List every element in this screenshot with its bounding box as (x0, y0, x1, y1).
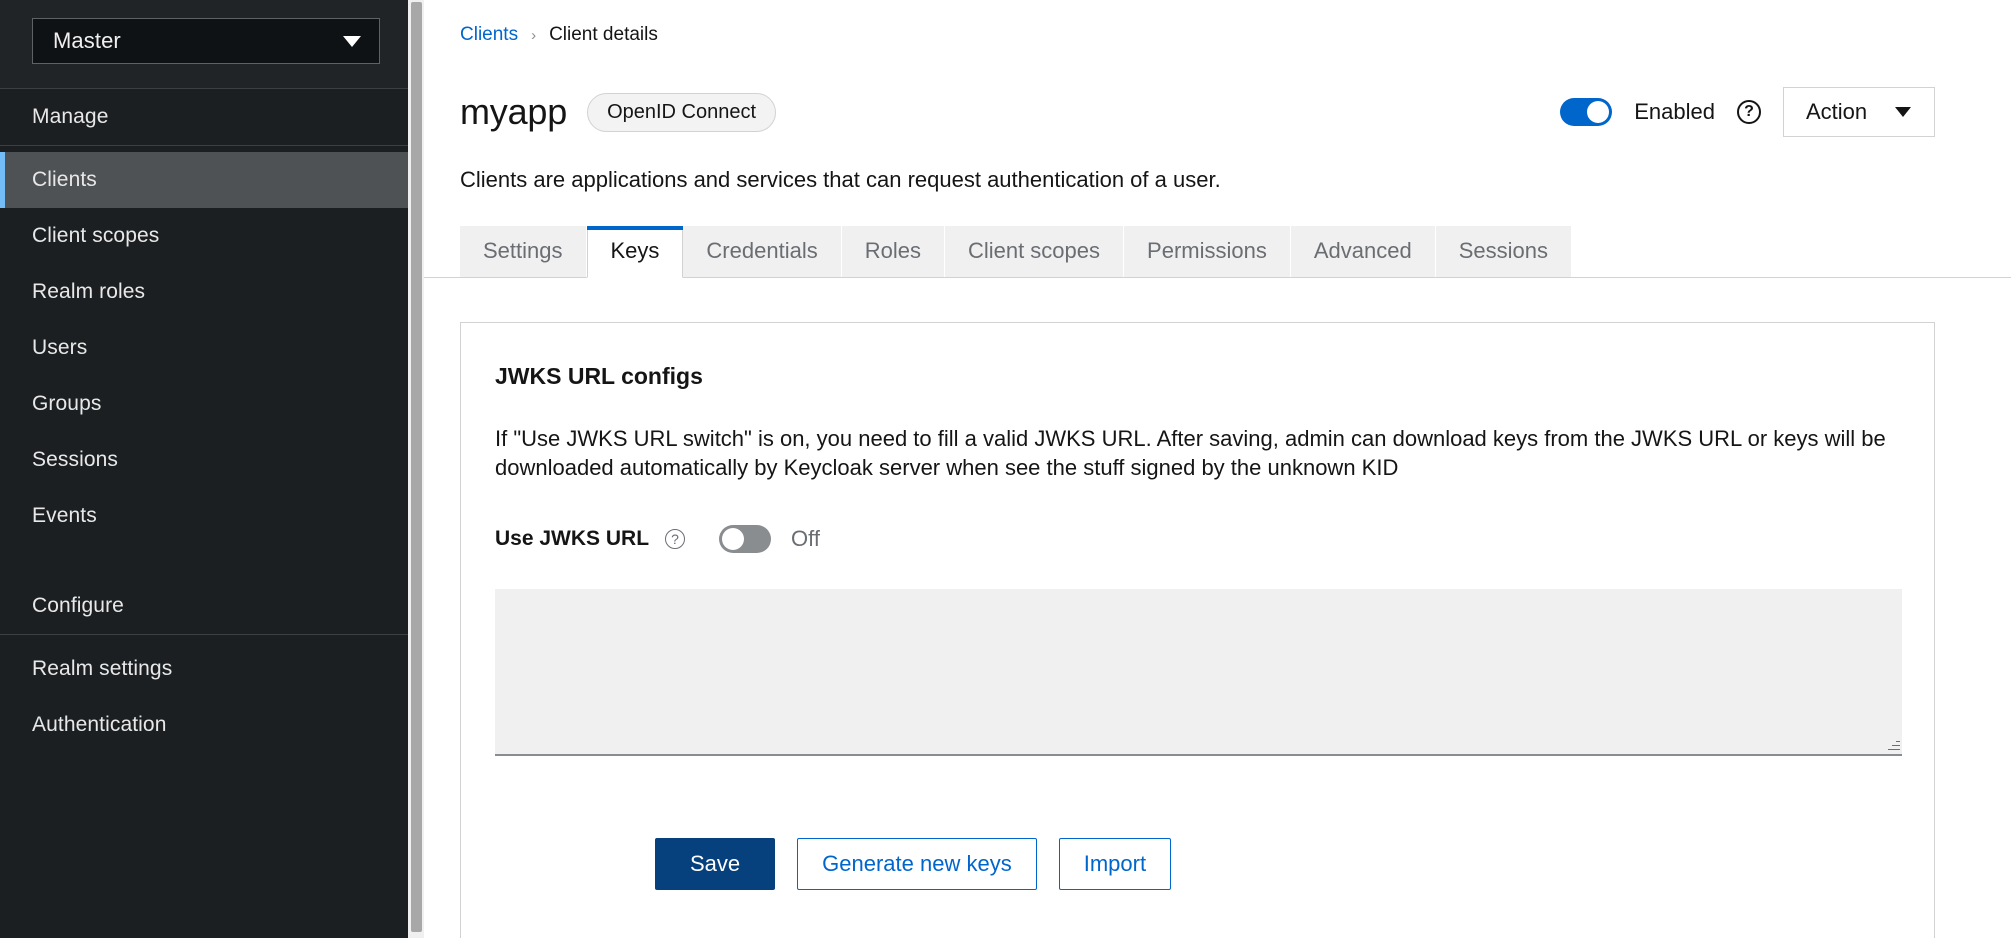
title-row: myapp OpenID Connect Enabled ? Action (460, 70, 1935, 154)
sidebar-item-sessions[interactable]: Sessions (0, 432, 424, 488)
protocol-badge: OpenID Connect (587, 93, 776, 132)
page-header: Clients › Client details myapp OpenID Co… (424, 0, 2011, 194)
sidebar-item-label: Groups (32, 392, 101, 416)
use-jwks-url-toggle-knob (722, 528, 744, 550)
action-button-label: Action (1806, 99, 1867, 125)
sidebar-item-realm-roles[interactable]: Realm roles (0, 264, 424, 320)
tab-credentials[interactable]: Credentials (683, 226, 841, 277)
generate-new-keys-button-label: Generate new keys (822, 851, 1012, 876)
tab-bar: Settings Keys Credentials Roles Client s… (424, 226, 2011, 278)
import-button[interactable]: Import (1059, 838, 1171, 890)
tab-permissions[interactable]: Permissions (1124, 226, 1291, 277)
use-jwks-url-control: Off (719, 525, 820, 553)
sidebar-item-users[interactable]: Users (0, 320, 424, 376)
realm-selector[interactable]: Master (32, 18, 380, 64)
sidebar-nav-manage: Manage (0, 89, 424, 145)
question-circle-icon[interactable]: ? (665, 529, 685, 549)
sidebar-nav-configure: Configure (0, 578, 424, 634)
use-jwks-url-label: Use JWKS URL (495, 527, 649, 551)
generate-new-keys-button[interactable]: Generate new keys (797, 838, 1037, 890)
enabled-toggle-label: Enabled (1634, 99, 1715, 125)
use-jwks-url-row: Use JWKS URL ? Off (495, 525, 1902, 553)
sidebar-scrollbar[interactable] (408, 0, 424, 938)
sidebar-scrollbar-thumb[interactable] (411, 2, 422, 932)
tab-settings[interactable]: Settings (460, 226, 587, 277)
tab-advanced[interactable]: Advanced (1291, 226, 1436, 277)
tab-label: Advanced (1314, 238, 1412, 264)
breadcrumb: Clients › Client details (460, 22, 1935, 48)
chevron-down-icon (343, 36, 361, 47)
tab-label: Client scopes (968, 238, 1100, 264)
page-subtitle: Clients are applications and services th… (460, 167, 1935, 193)
save-button[interactable]: Save (655, 838, 775, 890)
chevron-right-icon: › (531, 28, 536, 43)
sidebar-item-label: Sessions (32, 448, 118, 472)
sidebar-section-label-configure: Configure (32, 594, 124, 618)
tab-keys[interactable]: Keys (587, 226, 684, 278)
sidebar-item-label: Events (32, 504, 97, 528)
card-button-row: Save Generate new keys Import (495, 838, 1902, 890)
sidebar-item-label: Realm settings (32, 657, 172, 681)
sidebar-item-label: Authentication (32, 713, 167, 737)
sidebar-manage-items: Clients Client scopes Realm roles Users … (0, 152, 424, 544)
breadcrumb-current: Client details (549, 24, 658, 46)
sidebar-item-realm-settings[interactable]: Realm settings (0, 641, 424, 697)
header-actions: Enabled ? Action (1560, 87, 1935, 137)
sidebar-item-label: Realm roles (32, 280, 145, 304)
sidebar-item-clients[interactable]: Clients (0, 152, 424, 208)
save-button-label: Save (690, 851, 740, 876)
sidebar-item-client-scopes[interactable]: Client scopes (0, 208, 424, 264)
sidebar-item-label: Client scopes (32, 224, 159, 248)
card-title: JWKS URL configs (495, 363, 1902, 390)
sidebar-section-label-manage: Manage (32, 105, 109, 129)
realm-selector-value: Master (53, 28, 121, 54)
sidebar-item-groups[interactable]: Groups (0, 376, 424, 432)
tab-label: Keys (611, 238, 660, 264)
sidebar-section-manage: Manage (0, 89, 424, 145)
action-button[interactable]: Action (1783, 87, 1935, 137)
jwks-textarea-wrap (495, 589, 1902, 756)
tab-label: Settings (483, 238, 563, 264)
use-jwks-url-label-group: Use JWKS URL ? (495, 527, 695, 551)
sidebar-configure-items: Realm settings Authentication (0, 641, 424, 753)
sidebar-item-label: Users (32, 336, 87, 360)
sidebar-item-authentication[interactable]: Authentication (0, 697, 424, 753)
app-root: Master Manage Clients Client scopes Real… (0, 0, 2011, 938)
sidebar-item-label: Clients (32, 168, 97, 192)
use-jwks-url-toggle[interactable] (719, 525, 771, 553)
tab-label: Credentials (706, 238, 817, 264)
import-button-label: Import (1084, 851, 1146, 876)
question-circle-icon[interactable]: ? (1737, 100, 1761, 124)
tab-sessions[interactable]: Sessions (1436, 226, 1572, 277)
main-content: Clients › Client details myapp OpenID Co… (424, 0, 2011, 938)
sidebar-group-gap (0, 544, 424, 578)
realm-selector-container: Master (0, 0, 424, 88)
sidebar: Master Manage Clients Client scopes Real… (0, 0, 424, 938)
tab-label: Permissions (1147, 238, 1267, 264)
card-description: If "Use JWKS URL switch" is on, you need… (495, 424, 1890, 483)
jwks-url-configs-card: JWKS URL configs If "Use JWKS URL switch… (460, 322, 1935, 938)
breadcrumb-link-clients[interactable]: Clients (460, 24, 518, 46)
sidebar-section-configure: Configure (0, 578, 424, 634)
tab-label: Roles (865, 238, 921, 264)
enabled-toggle[interactable] (1560, 98, 1612, 126)
enabled-toggle-knob (1587, 101, 1609, 123)
page-title: myapp (460, 94, 567, 130)
jwks-textarea[interactable] (495, 589, 1902, 756)
tab-client-scopes[interactable]: Client scopes (945, 226, 1124, 277)
tab-label: Sessions (1459, 238, 1548, 264)
tab-roles[interactable]: Roles (842, 226, 945, 277)
sidebar-item-events[interactable]: Events (0, 488, 424, 544)
use-jwks-url-state-label: Off (791, 526, 820, 552)
caret-down-icon (1895, 107, 1911, 117)
